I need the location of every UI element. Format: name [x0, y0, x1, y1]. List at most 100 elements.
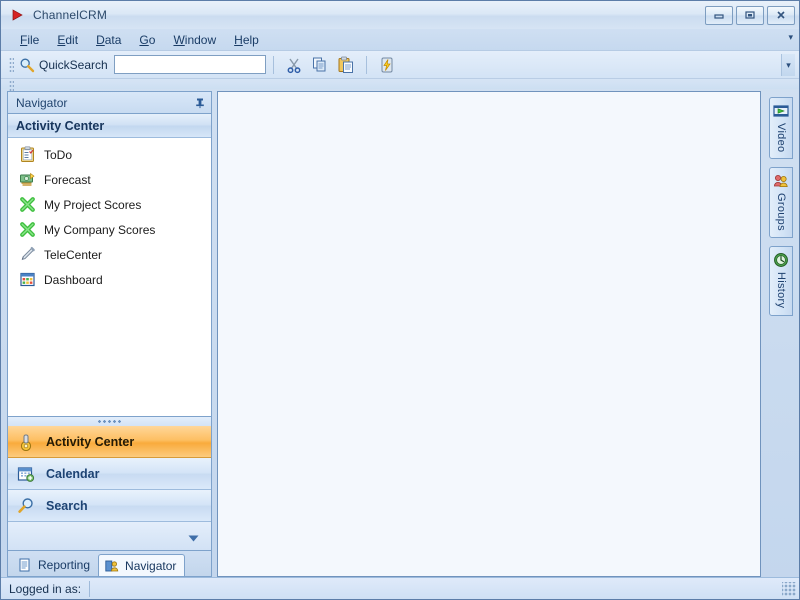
menu-item-edit[interactable]: Edit: [48, 31, 87, 49]
tab-reporting[interactable]: Reporting: [12, 554, 98, 576]
side-tab-label: History: [775, 272, 787, 309]
toolbar: QuickSearch ▾: [1, 51, 799, 79]
magnifier-icon: [18, 56, 36, 74]
application-window: ChannelCRM File Edit Data Go Window Help…: [0, 0, 800, 600]
lightning-bolt-icon[interactable]: [376, 54, 398, 76]
nav-button-label: Search: [46, 498, 88, 513]
status-label: Logged in as:: [9, 581, 82, 596]
side-tab-groups[interactable]: Groups: [769, 167, 793, 239]
menu-rest-window: indow: [184, 32, 217, 47]
nav-button-search[interactable]: Search: [8, 490, 211, 522]
nav-button-calendar[interactable]: Calendar: [8, 458, 211, 490]
copy-documents-icon[interactable]: [309, 54, 331, 76]
chevron-down-icon[interactable]: [188, 531, 199, 545]
navigator-pane: Navigator Activity Center ToDo Forecast …: [7, 91, 212, 577]
menu-rest-file: ile: [27, 32, 40, 47]
navigator-body: Activity Center ToDo Forecast My Project…: [7, 113, 212, 417]
groups-people-icon: [772, 172, 790, 190]
body-area: Navigator Activity Center ToDo Forecast …: [1, 89, 799, 577]
tab-navigator[interactable]: Navigator: [98, 554, 186, 576]
sidebar-item-label: ToDo: [44, 147, 73, 162]
sidebar-item-label: Forecast: [44, 172, 91, 187]
menu-accel-help: H: [234, 32, 243, 47]
sidebar-item-telecenter[interactable]: TeleCenter: [8, 242, 211, 267]
nav-button-activity-center[interactable]: Activity Center: [8, 426, 211, 458]
sidebar-item-label: Dashboard: [44, 272, 103, 287]
sidebar-item-todo[interactable]: ToDo: [8, 142, 211, 167]
chevron-down-icon[interactable]: ▾: [788, 33, 793, 42]
navigator-splitter[interactable]: [7, 417, 212, 426]
pushpin-icon[interactable]: [193, 96, 207, 110]
menu-item-window[interactable]: Window: [164, 31, 225, 49]
resize-grip-icon[interactable]: [782, 581, 796, 596]
menu-item-file[interactable]: File: [11, 31, 48, 49]
navigator-header-title: Navigator: [16, 95, 68, 110]
clipboard-paste-icon[interactable]: [335, 54, 357, 76]
right-tab-strip: Video Groups History: [767, 91, 795, 577]
history-clock-icon: [772, 251, 790, 269]
toolbar-overflow-chevron-icon[interactable]: ▾: [781, 54, 795, 76]
sidebar-item-label: My Project Scores: [44, 197, 142, 212]
navigator-tab-strip: Reporting Navigator: [7, 551, 212, 577]
video-film-icon: [772, 102, 790, 120]
main-content-area[interactable]: [217, 91, 761, 577]
title-bar: ChannelCRM: [1, 1, 799, 29]
tab-label: Reporting: [38, 558, 91, 572]
menu-rest-help: elp: [242, 32, 259, 47]
quicksearch-label: QuickSearch: [39, 57, 108, 72]
navigator-people-icon: [104, 558, 120, 574]
navigator-overflow-row[interactable]: [8, 522, 211, 550]
menu-bar: File Edit Data Go Window Help ▾: [1, 29, 799, 51]
close-button[interactable]: [767, 5, 795, 25]
sidebar-item-my-project-scores[interactable]: My Project Scores: [8, 192, 211, 217]
sidebar-item-my-company-scores[interactable]: My Company Scores: [8, 217, 211, 242]
gear-person-icon: [16, 432, 36, 452]
sidebar-item-label: My Company Scores: [44, 222, 156, 237]
scissors-icon[interactable]: [283, 54, 305, 76]
menu-accel-data: D: [96, 32, 105, 47]
toolbar-second-row: [1, 76, 799, 92]
menu-rest-go: o: [148, 32, 156, 47]
side-tab-label: Video: [775, 123, 787, 153]
money-forecast-icon: [18, 171, 36, 189]
magnifier-icon: [16, 496, 36, 516]
pen-phone-icon: [18, 246, 36, 264]
play-triangle-icon: [9, 7, 25, 23]
side-tab-label: Groups: [775, 193, 787, 232]
menu-rest-edit: dit: [65, 32, 79, 47]
navigator-header: Navigator: [7, 91, 212, 113]
menu-accel-go: G: [139, 32, 149, 47]
menu-item-help[interactable]: Help: [225, 31, 268, 49]
toolbar-separator: [272, 55, 274, 74]
status-bar: Logged in as:: [1, 577, 799, 599]
navigator-group-header: Activity Center: [8, 114, 211, 138]
side-tab-history[interactable]: History: [769, 246, 793, 316]
green-x-icon: [18, 196, 36, 214]
navigator-buttons: Activity Center Calendar Search: [7, 426, 212, 551]
clipboard-checklist-icon: [18, 146, 36, 164]
report-document-icon: [17, 557, 33, 573]
green-x-icon: [18, 221, 36, 239]
nav-button-label: Activity Center: [46, 434, 135, 449]
side-tab-video[interactable]: Video: [769, 97, 793, 160]
menu-item-data[interactable]: Data: [87, 31, 130, 49]
sidebar-item-dashboard[interactable]: Dashboard: [8, 267, 211, 292]
minimize-button[interactable]: [705, 5, 733, 25]
navigator-item-list: ToDo Forecast My Project Scores My Compa…: [8, 138, 211, 416]
dashboard-grid-icon: [18, 271, 36, 289]
sidebar-item-forecast[interactable]: Forecast: [8, 167, 211, 192]
toolbar-separator-2: [365, 55, 367, 74]
nav-button-label: Calendar: [46, 466, 100, 481]
search-input[interactable]: [113, 55, 266, 74]
restore-button[interactable]: [736, 5, 764, 25]
menu-item-go[interactable]: Go: [130, 31, 164, 49]
sidebar-item-label: TeleCenter: [44, 247, 103, 262]
menu-accel-window: W: [173, 32, 185, 47]
splitter-grip-dots: [96, 420, 123, 423]
calendar-icon: [16, 464, 36, 484]
status-divider: [89, 580, 91, 597]
menu-rest-data: ata: [104, 32, 122, 47]
tab-label: Navigator: [125, 558, 177, 573]
window-title: ChannelCRM: [33, 8, 108, 22]
toolbar-grip[interactable]: [9, 56, 14, 73]
